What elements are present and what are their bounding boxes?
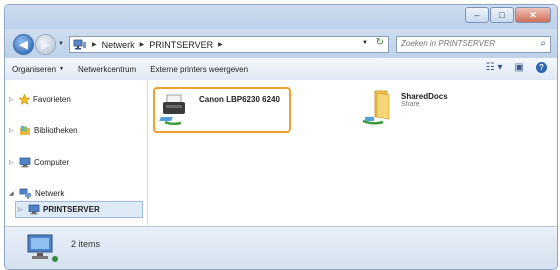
shared-folder-icon [362, 90, 390, 125]
network-icon [73, 39, 86, 50]
expand-icon[interactable]: ▷ [9, 127, 16, 134]
address-row: ◀ ▶ ▼ ▶ Netwerk▶ PRINTSERVER▶ ▼ ↻ ⌕ [5, 29, 557, 57]
collapse-icon[interactable]: ◢ [9, 190, 16, 197]
printer-name: Canon LBP6230 6240 [199, 95, 280, 104]
search-input[interactable] [397, 37, 535, 50]
breadcrumb-separator-icon[interactable]: ▶ [218, 41, 223, 48]
network-icon [19, 188, 31, 199]
sidebar-item-libraries[interactable]: ▷ Bibliotheken [9, 123, 78, 138]
breadcrumb-item[interactable]: Netwerk ▶ [102, 40, 150, 50]
title-bar: – □ ✕ [5, 5, 557, 31]
maximize-button[interactable]: □ [490, 7, 514, 23]
sidebar-item-printserver[interactable]: ▷ PRINTSERVER [15, 201, 143, 218]
window-controls: – □ ✕ [465, 7, 551, 23]
history-dropdown-icon[interactable]: ▼ [58, 41, 64, 47]
printer-icon [159, 94, 185, 126]
refresh-icon[interactable]: ↻ [376, 37, 384, 48]
computer-icon [19, 157, 31, 168]
breadcrumb-separator-icon[interactable]: ▶ [92, 41, 97, 48]
sidebar-item-favorites[interactable]: ▷ Favorieten [9, 92, 71, 107]
libraries-icon [20, 126, 30, 135]
expand-icon[interactable]: ▷ [9, 159, 16, 166]
forward-button[interactable]: ▶ [35, 34, 56, 55]
share-name: SharedDocs [401, 92, 448, 101]
sidebar-item-computer[interactable]: ▷ Computer [9, 155, 69, 170]
printer-tile[interactable]: Canon LBP6230 6240 [153, 87, 291, 133]
search-box[interactable]: ⌕ [396, 36, 551, 53]
expand-icon[interactable]: ▷ [9, 96, 16, 103]
details-pane: 2 items [5, 226, 557, 269]
network-center-button[interactable]: Netwerkcentrum [71, 65, 143, 74]
item-count: 2 items [71, 239, 101, 249]
file-list: Canon LBP6230 6240 SharedDocs Share [148, 80, 557, 226]
star-icon [19, 94, 30, 105]
address-dropdown-icon[interactable]: ▼ [362, 40, 368, 46]
network-computer-icon [27, 234, 58, 262]
address-bar[interactable]: ▶ Netwerk ▶ PRINTSERVER ▶ ▼ ↻ [69, 36, 389, 53]
view-options-icon[interactable]: ☷ ▾ [486, 62, 503, 73]
external-printers-button[interactable]: Externe printers weergeven [143, 65, 255, 74]
help-icon[interactable]: ? [536, 62, 547, 73]
back-button[interactable]: ◀ [13, 34, 34, 55]
breadcrumb-separator-icon[interactable]: ▶ [140, 41, 145, 48]
minimize-button[interactable]: – [465, 7, 489, 23]
server-icon [28, 204, 40, 215]
expand-icon[interactable]: ▷ [18, 206, 25, 213]
close-button[interactable]: ✕ [515, 7, 551, 23]
navigation-pane: ▷ Favorieten ▷ Bibliotheken ▷ Computer ◢… [5, 80, 148, 226]
share-type: Share [401, 101, 420, 108]
breadcrumb-item[interactable]: PRINTSERVER ▶ [149, 40, 227, 50]
preview-pane-icon[interactable]: ▣ [515, 62, 524, 73]
shared-docs-tile[interactable]: SharedDocs Share [361, 89, 511, 129]
organize-button[interactable]: Organiseren ▼ [5, 65, 71, 74]
explorer-window: – □ ✕ ◀ ▶ ▼ ▶ Netwerk ▶ PRINTSERVER ▶ ▼ ↻ … [4, 4, 558, 270]
sidebar-item-network[interactable]: ◢ Netwerk [9, 186, 64, 201]
chevron-down-icon: ▼ [59, 66, 64, 72]
command-bar: Organiseren ▼ Netwerkcentrum Externe prin… [5, 57, 557, 81]
search-icon[interactable]: ⌕ [540, 38, 546, 49]
